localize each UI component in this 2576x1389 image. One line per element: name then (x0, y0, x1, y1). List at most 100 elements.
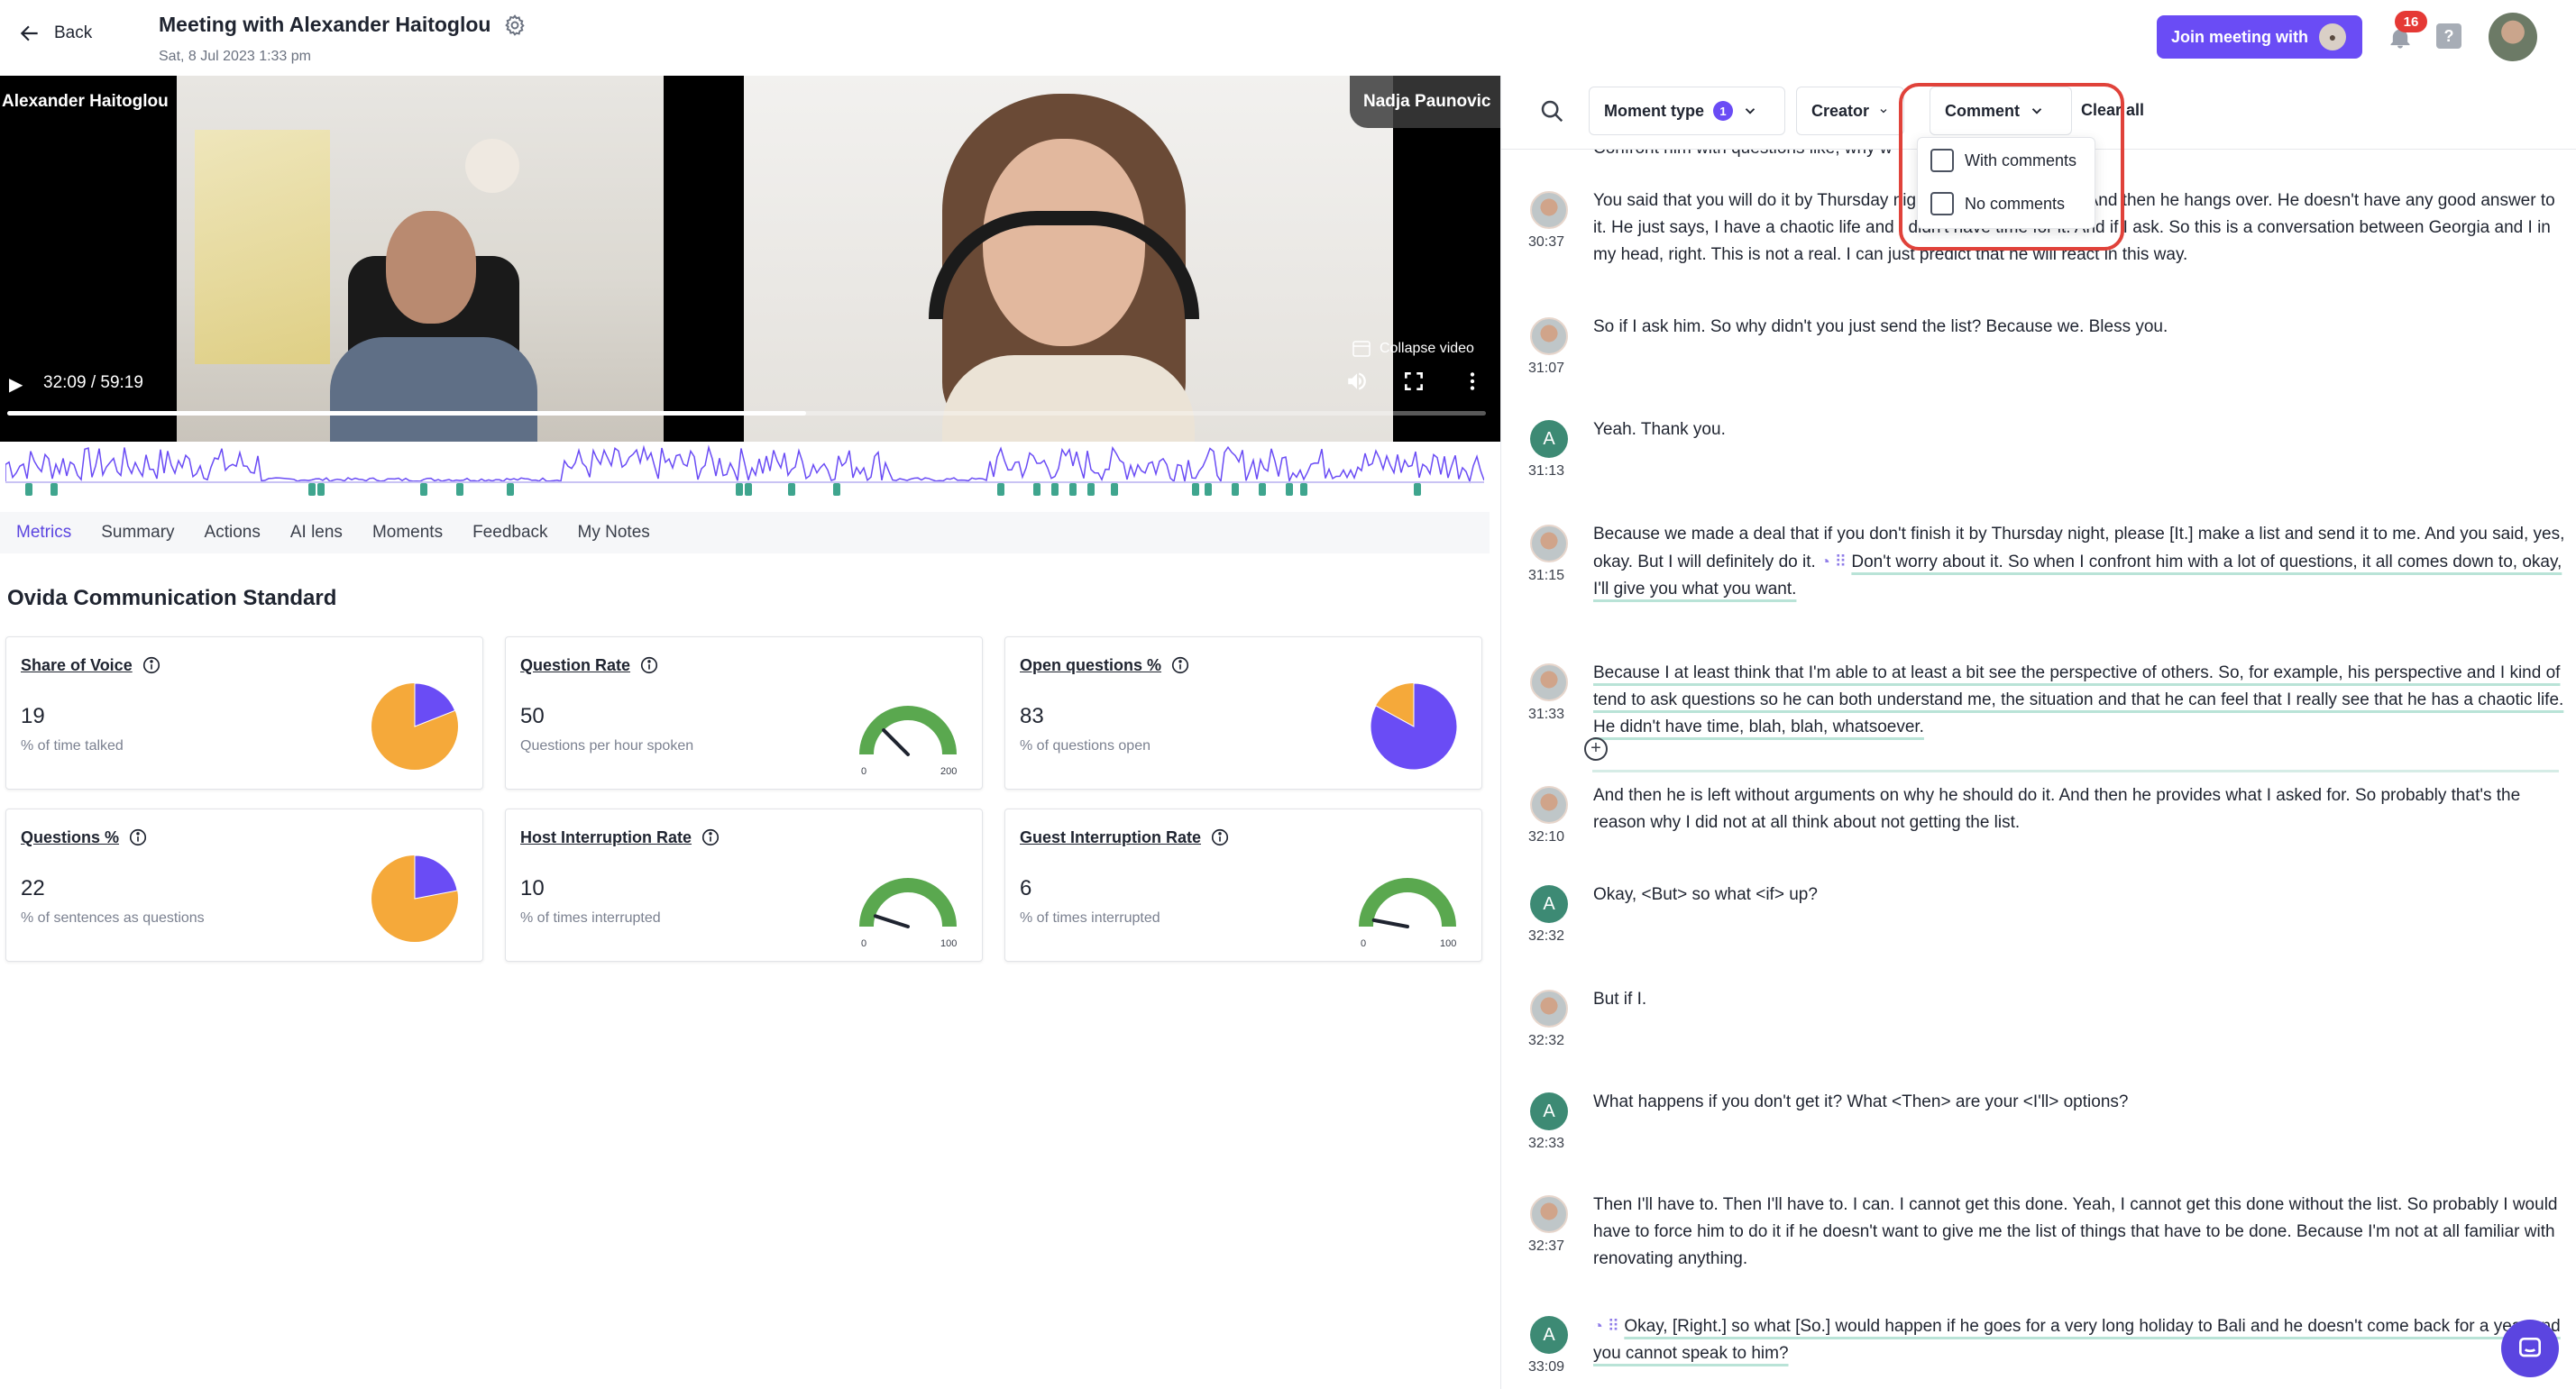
moment-icon[interactable]: ◔ ⠿ (1820, 553, 1847, 571)
moment-markers[interactable] (5, 483, 1484, 498)
metric-title[interactable]: Open questions % (1020, 655, 1190, 675)
moment-marker (420, 483, 427, 496)
tab-ai-lens[interactable]: AI lens (290, 523, 343, 543)
moment-marker (317, 483, 325, 496)
info-icon[interactable] (701, 827, 720, 847)
moment-marker (736, 483, 743, 496)
meeting-date: Sat, 8 Jul 2023 1:33 pm (159, 49, 311, 64)
back-button[interactable]: Back (18, 22, 92, 45)
transcript-timestamp[interactable]: 31:15 (1528, 568, 1564, 584)
option-no-comments[interactable]: No comments (1930, 192, 2065, 215)
tab-my-notes[interactable]: My Notes (578, 523, 650, 543)
chevron-down-icon (2031, 108, 2042, 114)
gauge-needle (1371, 918, 1409, 928)
transcript-timestamp[interactable]: 31:07 (1528, 361, 1564, 377)
section-title: Ovida Communication Standard (7, 586, 337, 610)
transcript-text: But if I. (1593, 990, 1647, 1009)
option-with-comments[interactable]: With comments (1930, 149, 2076, 172)
transcript-timestamp[interactable]: 32:32 (1528, 928, 1564, 945)
transcript-body: Then I'll have to. Then I'll have to. I … (1593, 1192, 2569, 1273)
moment-type-filter[interactable]: Moment type 1 (1589, 87, 1785, 135)
metric-value: 10 (520, 876, 545, 900)
metric-title[interactable]: Host Interruption Rate (520, 827, 720, 847)
metric-value: 19 (21, 704, 45, 728)
gauge-chart: 0 100 (1359, 878, 1456, 949)
gauge-min-label: 0 (861, 938, 866, 949)
metric-value: 22 (21, 876, 45, 900)
notification-badge: 16 (2395, 11, 2427, 32)
join-meeting-button[interactable]: Join meeting with ● (2157, 15, 2362, 59)
comment-filter[interactable]: Comment (1930, 87, 2072, 135)
info-icon[interactable] (639, 655, 659, 675)
transcript-timestamp[interactable]: 31:13 (1528, 463, 1564, 480)
add-moment-icon[interactable]: + (1584, 737, 1608, 761)
play-icon[interactable]: ▶ (9, 373, 23, 396)
moment-marker (1259, 483, 1266, 496)
metric-subtitle: % of times interrupted (1020, 910, 1160, 926)
participant-name-right: Nadja Paunovic (1363, 92, 1491, 111)
transcript-body: So if I ask him. So why didn't you just … (1593, 314, 2569, 341)
metric-title[interactable]: Share of Voice (21, 655, 161, 675)
metric-subtitle: % of times interrupted (520, 910, 661, 926)
help-button[interactable]: ? (2436, 23, 2461, 49)
moment-marker (50, 483, 58, 496)
metric-subtitle: % of sentences as questions (21, 910, 205, 926)
metric-title[interactable]: Guest Interruption Rate (1020, 827, 1230, 847)
moment-icon[interactable]: ◔ ⠿ (1593, 1317, 1619, 1335)
highlighted-moment-text[interactable]: Because I at least think that I'm able t… (1593, 663, 2563, 736)
more-options-icon[interactable] (1461, 370, 1484, 393)
transcript-timestamp[interactable]: 32:10 (1528, 829, 1564, 845)
video-time: 32:09 / 59:19 (43, 373, 143, 392)
tab-summary[interactable]: Summary (101, 523, 174, 543)
top-bar: Back Meeting with Alexander Haitoglou Sa… (0, 0, 2576, 76)
transcript-text: Then I'll have to. Then I'll have to. I … (1593, 1195, 2558, 1268)
transcript-timestamp[interactable]: 32:37 (1528, 1238, 1564, 1255)
search-icon[interactable] (1538, 97, 1565, 124)
info-icon[interactable] (142, 655, 161, 675)
speaker-avatar: A (1530, 885, 1568, 923)
info-icon[interactable] (128, 827, 148, 847)
tab-actions[interactable]: Actions (205, 523, 261, 543)
collapse-video-button[interactable]: Collapse video (1352, 341, 1474, 357)
transcript-timestamp[interactable]: 32:32 (1528, 1033, 1564, 1049)
speaker-avatar (1530, 1195, 1568, 1233)
transcript-partial-line: Confront him with questions like, why w (1593, 150, 1893, 159)
video-progress-bar[interactable] (7, 411, 1486, 416)
transcript-timestamp[interactable]: 32:33 (1528, 1136, 1564, 1152)
info-icon[interactable] (1170, 655, 1190, 675)
metric-title[interactable]: Question Rate (520, 655, 659, 675)
pie-chart (1370, 682, 1458, 771)
back-label: Back (54, 23, 93, 42)
moment-marker (1300, 483, 1307, 496)
transcript-timestamp[interactable]: 30:37 (1528, 234, 1564, 251)
metric-title-text: Open questions % (1020, 655, 1162, 674)
checkbox-with-comments[interactable] (1930, 149, 1954, 172)
audio-waveform[interactable] (5, 442, 1484, 485)
tab-metrics[interactable]: Metrics (16, 523, 71, 543)
moment-marker (1232, 483, 1239, 496)
gear-icon[interactable] (503, 14, 527, 37)
metric-subtitle: % of time talked (21, 738, 124, 754)
moment-marker (456, 483, 463, 496)
transcript-body: ◔ ⠿ Okay, [Right.] so what [So.] would h… (1593, 1312, 2569, 1367)
user-avatar[interactable] (2489, 13, 2537, 61)
transcript-timestamp[interactable]: 31:33 (1528, 707, 1564, 723)
metric-card-questions: Questions % 22 % of sentences as questio… (5, 809, 483, 962)
tab-feedback[interactable]: Feedback (472, 523, 547, 543)
creator-filter[interactable]: Creator (1796, 87, 1904, 135)
transcript-body: Because we made a deal that if you don't… (1593, 521, 2569, 603)
clear-all-button[interactable]: Clear all (2081, 101, 2144, 120)
tab-moments[interactable]: Moments (372, 523, 443, 543)
speaker-avatar: A (1530, 1092, 1568, 1130)
collapse-icon (1352, 341, 1371, 357)
chat-support-button[interactable] (2501, 1320, 2559, 1377)
transcript-body: Yeah. Thank you. (1593, 416, 2569, 443)
info-icon[interactable] (1210, 827, 1230, 847)
fullscreen-icon[interactable] (1402, 370, 1426, 393)
metric-title[interactable]: Questions % (21, 827, 148, 847)
volume-icon[interactable] (1345, 370, 1369, 393)
video-player[interactable]: Alexander Haitoglou Nadja Paunovic Colla… (0, 76, 1501, 442)
highlighted-moment-text[interactable]: Okay, [Right.] so what [So.] would happe… (1593, 1317, 2561, 1363)
transcript-timestamp[interactable]: 33:09 (1528, 1359, 1564, 1375)
checkbox-no-comments[interactable] (1930, 192, 1954, 215)
